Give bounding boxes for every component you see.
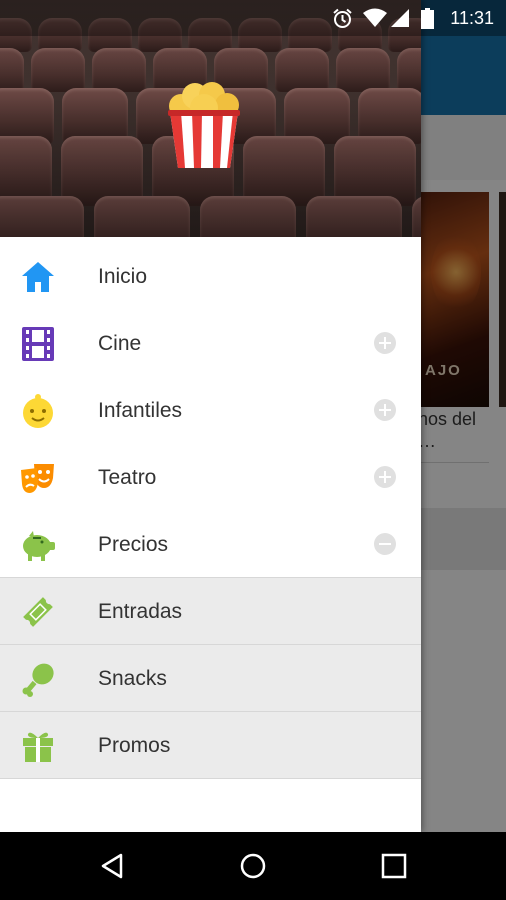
baby-face-icon — [23, 394, 53, 428]
menu-item-entradas[interactable]: Entradas — [0, 578, 421, 645]
home-nav-icon[interactable] — [239, 852, 267, 880]
menu-item-promos[interactable]: Promos — [0, 712, 421, 779]
system-nav-bar — [0, 832, 506, 900]
menu-item-cine[interactable]: Cine — [0, 310, 421, 377]
menu-item-label: Teatro — [98, 466, 157, 489]
menu-item-label: Inicio — [98, 265, 148, 288]
gift-icon — [23, 732, 53, 762]
recents-icon[interactable] — [380, 852, 408, 880]
expand-plus-icon[interactable] — [374, 332, 396, 354]
popcorn-logo-icon — [168, 82, 240, 168]
alarm-icon — [333, 8, 352, 28]
menu-item-inicio[interactable]: Inicio — [0, 243, 421, 310]
menu-item-label: Precios — [98, 533, 169, 556]
signal-icon — [391, 9, 409, 27]
menu-item-infantiles[interactable]: Infantiles — [0, 377, 421, 444]
ticket-icon — [23, 597, 53, 627]
home-icon — [22, 262, 54, 292]
menu-item-teatro[interactable]: Teatro — [0, 444, 421, 511]
status-bar: 11:31 — [0, 0, 506, 36]
menu-item-label: Snacks — [98, 667, 167, 690]
back-icon[interactable] — [99, 852, 127, 880]
navigation-drawer: Inicio Cine Infantiles Teatro Precios En… — [0, 0, 421, 832]
menu-item-label: Promos — [98, 734, 171, 757]
battery-icon — [421, 8, 434, 29]
expand-plus-icon[interactable] — [374, 466, 396, 488]
menu-item-label: Entradas — [98, 600, 183, 623]
divider — [0, 778, 421, 779]
wifi-icon — [363, 8, 387, 27]
clock: 11:31 — [450, 8, 494, 28]
piggy-bank-icon — [23, 531, 55, 561]
menu-item-precios[interactable]: Precios — [0, 511, 421, 578]
collapse-minus-icon[interactable] — [374, 533, 396, 555]
menu-item-label: Infantiles — [98, 399, 183, 422]
film-icon — [22, 327, 54, 361]
menu-item-label: Cine — [98, 332, 142, 355]
menu-item-snacks[interactable]: Snacks — [0, 645, 421, 712]
theater-masks-icon — [21, 464, 54, 493]
expand-plus-icon[interactable] — [374, 399, 396, 421]
drumstick-icon — [22, 663, 54, 697]
